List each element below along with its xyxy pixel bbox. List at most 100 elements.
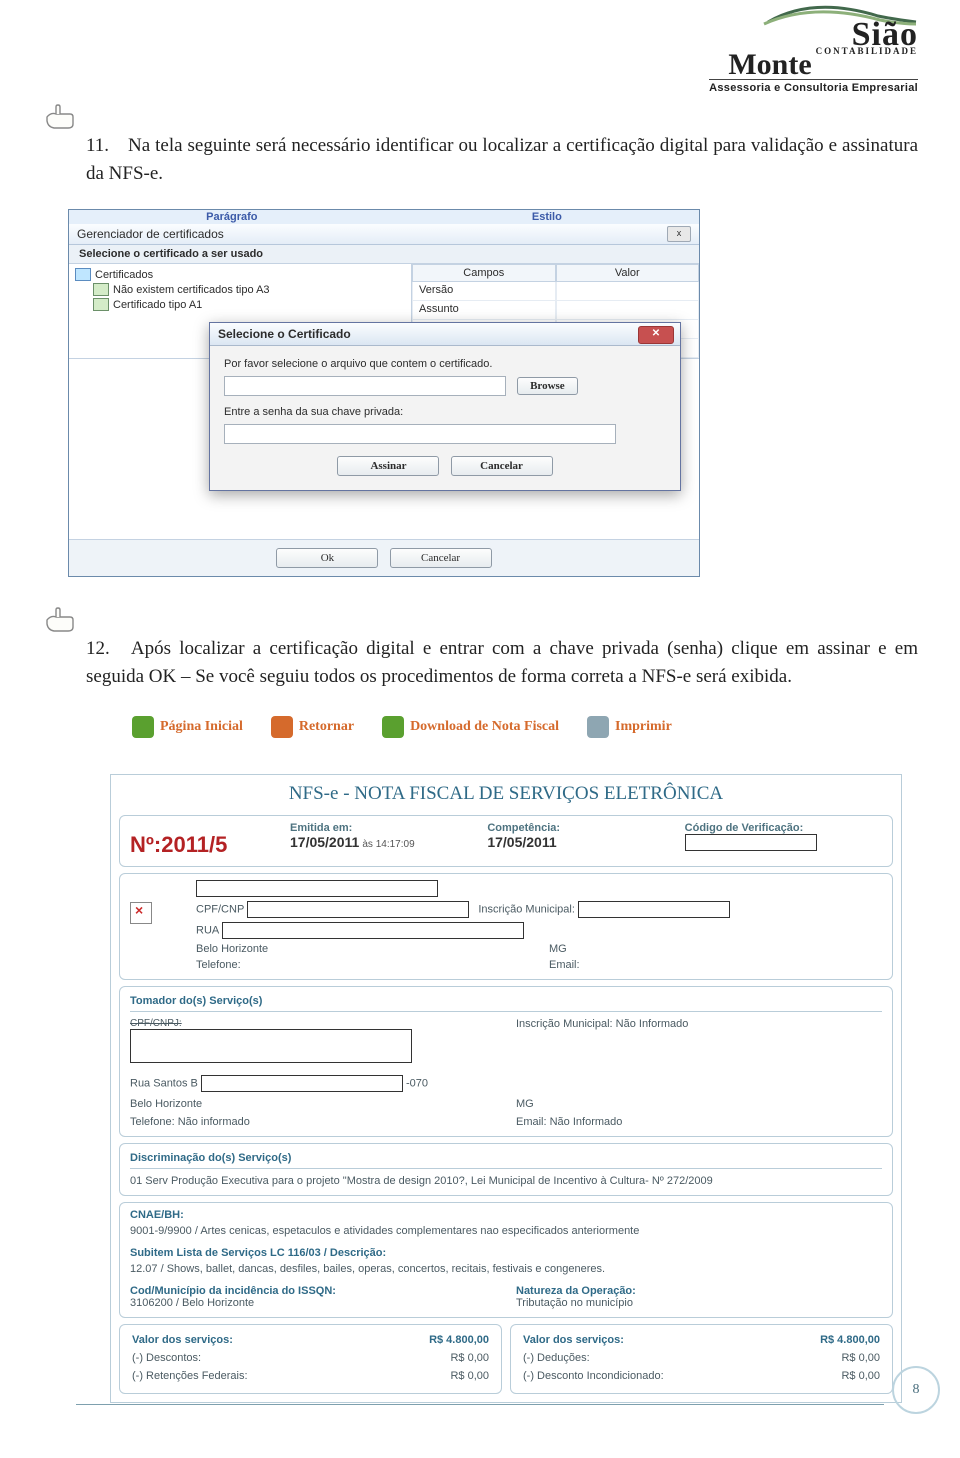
rt-r2l: (-) Deduções: <box>523 1352 590 1364</box>
download-label: Download de Nota Fiscal <box>410 719 559 735</box>
download-icon <box>382 716 404 738</box>
modal-instruction-1: Por favor selecione o arquivo que contem… <box>224 358 666 370</box>
subitem-label: Subitem Lista de Serviços LC 116/03 / De… <box>130 1247 882 1259</box>
print-link[interactable]: Imprimir <box>587 716 672 738</box>
step11-text: Na tela seguinte será necessário identif… <box>86 135 918 184</box>
select-cert-modal: Selecione o Certificado ✕ Por favor sele… <box>209 322 681 491</box>
prestador-name-mask <box>196 880 438 897</box>
nfse-number-label: Nº: <box>130 832 161 857</box>
close-icon[interactable]: x <box>667 226 691 242</box>
close-icon[interactable]: ✕ <box>638 326 674 344</box>
page-footer-rule <box>76 1403 884 1405</box>
step-12: 12. Após localizar a certificação digita… <box>42 605 918 690</box>
broken-image-icon <box>130 902 152 924</box>
details-panel: CNAE/BH: 9001-9/9900 / Artes cenicas, es… <box>119 1202 893 1318</box>
valores-left-panel: Valor dos serviços:R$ 4.800,00 (-) Desco… <box>119 1324 502 1394</box>
ok-button[interactable]: Ok <box>276 548 378 568</box>
prestador-uf: MG <box>549 943 882 955</box>
emitida-time: às 14:17:09 <box>362 839 414 850</box>
tomador-cnpj-fragment: CPF/CNPJ: <box>130 1018 496 1029</box>
private-key-input[interactable] <box>224 424 616 444</box>
rt-r1l: Valor dos serviços: <box>523 1334 624 1346</box>
page-number-badge: 8 <box>892 1366 940 1414</box>
codigo-label: Código de Verificação: <box>685 822 882 834</box>
competencia-value: 17/05/2011 <box>487 834 556 850</box>
page-number: 8 <box>913 1382 920 1398</box>
return-icon <box>271 716 293 738</box>
logo-subtitle: Assessoria e Consultoria Empresarial <box>709 79 918 94</box>
assinar-button[interactable]: Assinar <box>337 456 439 476</box>
cert-file-input[interactable] <box>224 376 506 396</box>
ribbon-estilo: Estilo <box>532 211 562 223</box>
codigo-mask <box>685 834 817 851</box>
inscricao-label: Inscrição Municipal: <box>478 904 575 916</box>
discrim-text: 01 Serv Produção Executiva para o projet… <box>130 1175 882 1187</box>
tree-a1[interactable]: Certificado tipo A1 <box>113 299 202 311</box>
cpfcnpj-label: CPF/CNP <box>196 904 244 916</box>
subitem-text: 12.07 / Shows, ballet, dancas, desfiles,… <box>130 1263 882 1275</box>
cancelar-button[interactable]: Cancelar <box>451 456 553 476</box>
modal-instruction-2: Entre a senha da sua chave privada: <box>224 406 666 418</box>
natureza-label: Natureza da Operação: <box>516 1285 882 1297</box>
lt-r2v: R$ 0,00 <box>450 1352 489 1364</box>
prestador-panel: CPF/CNP Inscrição Municipal: RUA Belo Ho… <box>119 873 893 980</box>
rt-r3l: (-) Desconto Incondicionado: <box>523 1370 664 1382</box>
lt-r3v: R$ 0,00 <box>450 1370 489 1382</box>
inscricao-mask <box>578 901 730 918</box>
cnae-text: 9001-9/9900 / Artes cenicas, espetaculos… <box>130 1225 882 1237</box>
grid-row: Assunto <box>412 301 556 320</box>
rua-label: RUA <box>196 925 219 937</box>
grid-row: Versão <box>412 282 556 301</box>
cpfcnpj-mask <box>247 901 469 918</box>
grid-cell <box>556 282 700 301</box>
discriminacao-panel: Discriminação do(s) Serviço(s) 01 Serv P… <box>119 1143 893 1196</box>
competencia-label: Competência: <box>487 822 684 834</box>
rua-mask <box>222 922 524 939</box>
tomador-name-mask <box>130 1029 412 1063</box>
nfse-title: NFS-e - NOTA FISCAL DE SERVIÇOS ELETRÔNI… <box>111 775 901 811</box>
grid-head-valor: Valor <box>556 264 700 282</box>
cancel-button[interactable]: Cancelar <box>390 548 492 568</box>
tomador-rua-suffix: -070 <box>406 1078 428 1090</box>
tomador-email: Email: Não Informado <box>516 1116 882 1128</box>
rt-r1v: R$ 4.800,00 <box>820 1334 880 1346</box>
back-label: Retornar <box>299 719 354 735</box>
codmun-label: Cod/Município da incidência do ISSQN: <box>130 1285 496 1297</box>
tomador-uf: MG <box>516 1098 882 1110</box>
home-icon <box>132 716 154 738</box>
download-link[interactable]: Download de Nota Fiscal <box>382 716 559 738</box>
step11-number: 11. <box>86 135 109 156</box>
rt-r3v: R$ 0,00 <box>841 1370 880 1382</box>
tomador-rua-mask <box>201 1075 403 1092</box>
cert-title-text: Gerenciador de certificados <box>77 227 224 241</box>
print-label: Imprimir <box>615 719 672 735</box>
pointing-hand-icon <box>42 102 76 132</box>
discrim-title: Discriminação do(s) Serviço(s) <box>130 1150 882 1169</box>
printer-icon <box>587 716 609 738</box>
rt-r2v: R$ 0,00 <box>841 1352 880 1364</box>
cert-subtitle: Selecione o certificado a ser usado <box>69 245 699 264</box>
tomador-section-title: Tomador do(s) Serviço(s) <box>130 993 882 1012</box>
modal-title-bar: Selecione o Certificado ✕ <box>210 323 680 346</box>
tree-root[interactable]: Certificados <box>95 269 153 281</box>
cert-title-bar: Gerenciador de certificados x <box>69 224 699 245</box>
cert-footer: Ok Cancelar <box>69 539 699 576</box>
logo-mid: Monte <box>728 48 811 81</box>
tree-no-a3[interactable]: Não existem certificados tipo A3 <box>113 284 270 296</box>
home-link[interactable]: Página Inicial <box>132 716 243 738</box>
cert-icon <box>93 298 109 311</box>
nfse-header-panel: Nº:2011/5 Emitida em: 17/05/2011 às 14:1… <box>119 815 893 867</box>
back-link[interactable]: Retornar <box>271 716 354 738</box>
codmun-value: 3106200 / Belo Horizonte <box>130 1297 496 1309</box>
home-label: Página Inicial <box>160 719 243 735</box>
tomador-telefone: Telefone: Não informado <box>130 1116 496 1128</box>
lt-r1v: R$ 4.800,00 <box>429 1334 489 1346</box>
browse-button[interactable]: Browse <box>517 377 578 395</box>
nfse-screenshot: Página Inicial Retornar Download de Nota… <box>42 716 918 1403</box>
ribbon-paragrafo: Parágrafo <box>206 211 257 223</box>
emitida-label: Emitida em: <box>290 822 487 834</box>
modal-title: Selecione o Certificado <box>218 327 351 341</box>
company-logo: Sião Monte CONTABILIDADE Assessoria e Co… <box>709 0 918 94</box>
tomador-cidade: Belo Horizonte <box>130 1098 496 1110</box>
valores-right-panel: Valor dos serviços: R$ 4.800,00 (-) Deduç… <box>510 1324 893 1394</box>
